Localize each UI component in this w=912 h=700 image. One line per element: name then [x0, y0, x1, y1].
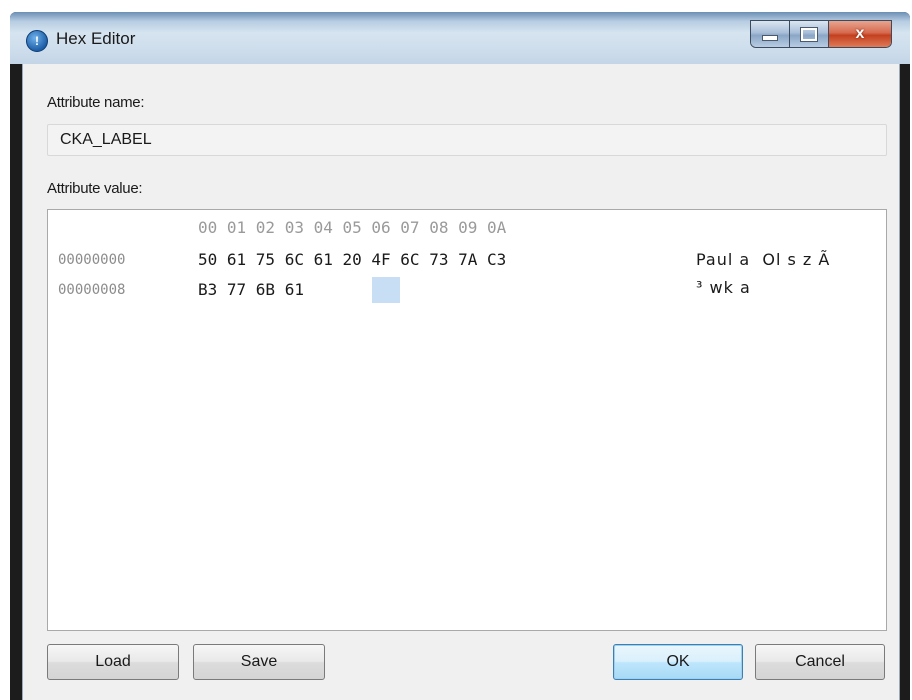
- close-button[interactable]: x: [828, 21, 891, 47]
- minimize-button[interactable]: [751, 21, 789, 47]
- close-icon: x: [855, 25, 865, 42]
- hex-editor-window: ! Hex Editor x Attribute name: CKA_LABEL…: [10, 12, 910, 700]
- attribute-name-value: CKA_LABEL: [60, 131, 152, 148]
- cancel-button[interactable]: Cancel: [755, 644, 885, 680]
- title-bar[interactable]: ! Hex Editor x: [10, 12, 910, 64]
- ok-button[interactable]: OK: [613, 644, 743, 680]
- row-hex-bytes[interactable]: B3 77 6B 61: [198, 280, 304, 299]
- minimize-icon: [762, 35, 778, 41]
- load-button[interactable]: Load: [47, 644, 179, 680]
- dialog-client-area: Attribute name: CKA_LABEL Attribute valu…: [22, 64, 900, 700]
- app-shield-icon[interactable]: !: [26, 30, 48, 52]
- row-offset: 00000008: [58, 282, 126, 298]
- window-title: Hex Editor: [56, 29, 136, 48]
- edit-cursor[interactable]: [372, 277, 400, 303]
- row-ascii[interactable]: ³ wk a: [696, 278, 751, 297]
- row-ascii[interactable]: Paul a Ol s z Ã: [696, 250, 830, 269]
- save-button[interactable]: Save: [193, 644, 325, 680]
- maximize-button[interactable]: [789, 21, 828, 47]
- row-hex-bytes[interactable]: 50 61 75 6C 61 20 4F 6C 73 7A C3: [198, 250, 506, 269]
- attribute-name-field[interactable]: CKA_LABEL: [47, 124, 887, 156]
- row-offset: 00000000: [58, 252, 126, 268]
- caption-buttons: x: [750, 20, 892, 48]
- attribute-name-label: Attribute name:: [47, 94, 145, 111]
- hex-view[interactable]: 00 01 02 03 04 05 06 07 08 09 0A 0000000…: [47, 209, 887, 631]
- maximize-icon: [800, 26, 818, 42]
- hex-column-header: 00 01 02 03 04 05 06 07 08 09 0A: [198, 218, 507, 237]
- attribute-value-label: Attribute value:: [47, 180, 143, 197]
